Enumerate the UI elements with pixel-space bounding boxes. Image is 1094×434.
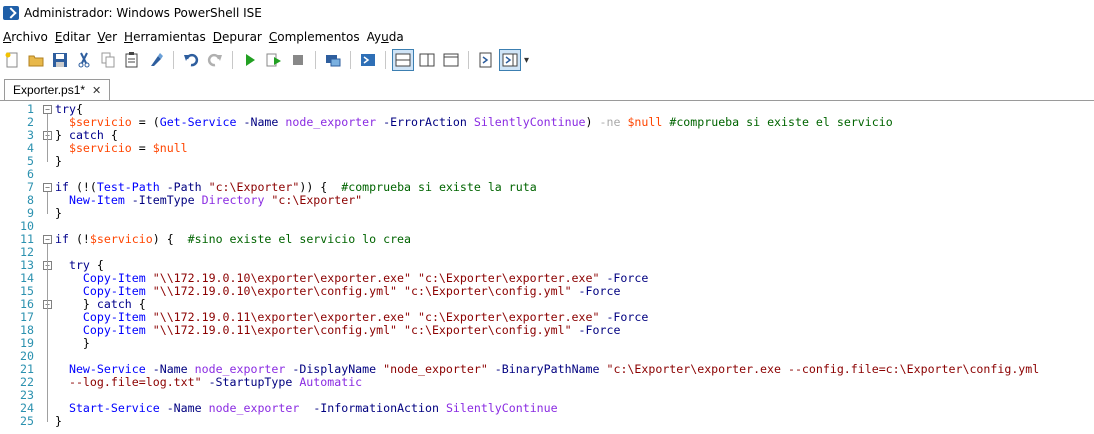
stop-icon[interactable] (288, 50, 308, 70)
script-tab-strip: Exporter.ps1* ✕ (0, 75, 1094, 101)
layout-right-icon[interactable] (417, 50, 437, 70)
show-commands-icon[interactable] (476, 50, 496, 70)
layout-top-icon[interactable] (392, 49, 414, 71)
line-number: 25 (20, 414, 34, 428)
close-icon[interactable]: ✕ (92, 84, 101, 97)
fold-guide (47, 244, 48, 422)
toolbar-separator (173, 51, 174, 69)
undo-icon[interactable] (181, 50, 201, 70)
show-addon-icon[interactable] (499, 49, 521, 71)
powershell-icon[interactable] (358, 50, 378, 70)
collapse-icon[interactable]: − (43, 105, 52, 114)
code-text: New-Item -ItemType Directory "c:\Exporte… (68, 193, 363, 207)
menu-ver[interactable]: Ver (94, 30, 120, 44)
save-icon[interactable] (50, 50, 70, 70)
code-text: } (55, 414, 62, 428)
run-icon[interactable] (240, 50, 260, 70)
copy-icon[interactable] (98, 50, 118, 70)
title-bar: Administrador: Windows PowerShell ISE (0, 0, 1094, 26)
tab-label: Exporter.ps1* (13, 83, 86, 97)
menu-complementos[interactable]: Complementos (266, 30, 363, 44)
toolbar-separator (468, 51, 469, 69)
toolbar-overflow-icon[interactable]: ▾ (524, 55, 529, 66)
collapse-icon[interactable]: − (43, 235, 52, 244)
menu-ayuda[interactable]: Ayuda (364, 30, 407, 44)
code-text: Copy-Item "\\172.19.0.11\exporter\config… (82, 323, 621, 337)
collapse-icon[interactable]: − (43, 183, 52, 192)
script-editor[interactable]: 1− try{2 $servicio = (Get-Service -Name n… (0, 101, 1094, 434)
cut-icon[interactable] (74, 50, 94, 70)
layout-max-icon[interactable] (441, 50, 461, 70)
code-text: } (55, 336, 90, 350)
code-text: if (!$servicio) { #sino existe el servic… (55, 232, 412, 246)
code-text: } (55, 206, 62, 220)
remote-tab-icon[interactable] (323, 50, 343, 70)
open-icon[interactable] (26, 50, 46, 70)
code-text: Start-Service -Name node_exporter -Infor… (68, 401, 558, 415)
fold-guide (47, 192, 48, 214)
powershell-app-icon (3, 6, 19, 20)
code-text: $servicio = $null (68, 141, 188, 155)
paste-icon[interactable] (122, 50, 142, 70)
toolbar-separator (232, 51, 233, 69)
code-text: $servicio = (Get-Service -Name node_expo… (68, 115, 893, 129)
tab-exporter[interactable]: Exporter.ps1* ✕ (4, 79, 111, 100)
code-text: } (55, 154, 62, 168)
fold-guide (47, 114, 48, 162)
menu-depurar[interactable]: Depurar (210, 30, 265, 44)
toolbar-separator (315, 51, 316, 69)
menu-herramientas[interactable]: Herramientas (121, 30, 209, 44)
toolbar: ▾ (0, 47, 1094, 73)
menu-bar: Archivo Editar Ver Herramientas Depurar Compl… (0, 27, 408, 47)
toolbar-separator (350, 51, 351, 69)
toolbar-separator (385, 51, 386, 69)
menu-editar[interactable]: Editar (52, 30, 94, 44)
new-icon[interactable] (2, 50, 22, 70)
run-selection-icon[interactable] (264, 50, 284, 70)
redo-icon[interactable] (205, 50, 225, 70)
clear-console-icon[interactable] (146, 50, 166, 70)
code-text: --log.file=log.txt" -StartupType Automat… (68, 375, 363, 389)
window-title: Administrador: Windows PowerShell ISE (24, 6, 262, 20)
menu-archivo[interactable]: Archivo (0, 30, 51, 44)
